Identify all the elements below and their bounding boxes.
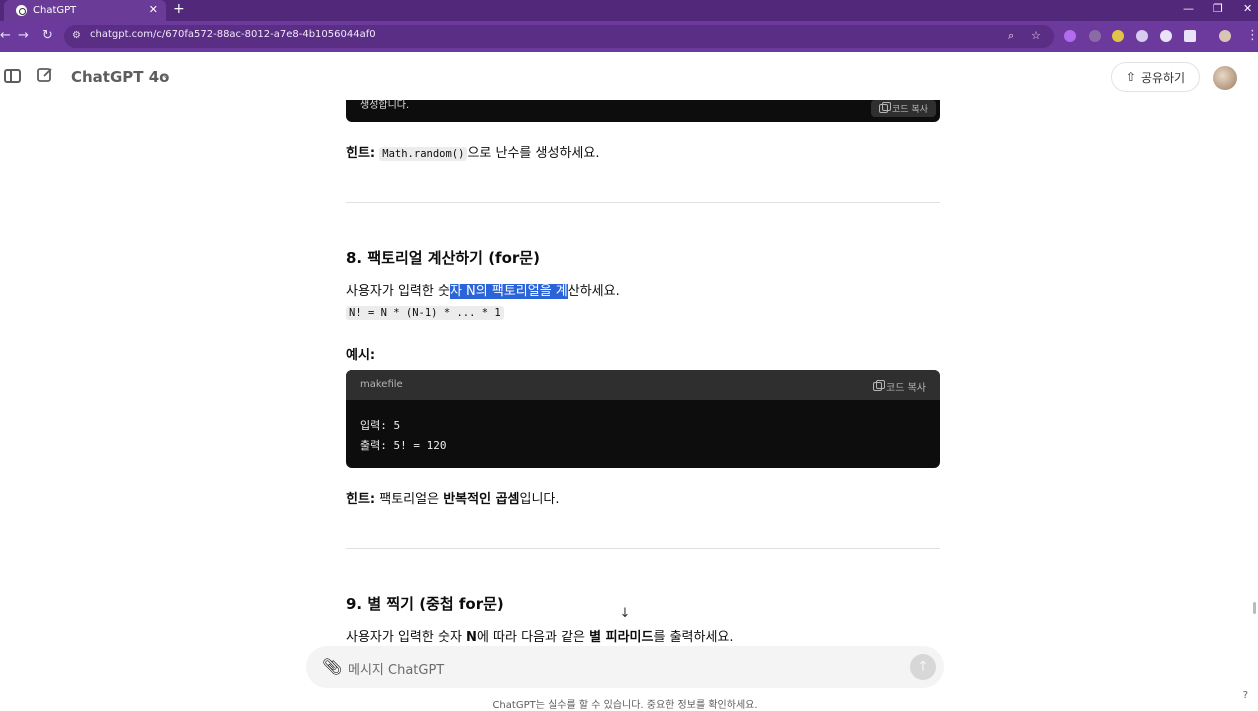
maximize-button[interactable]: ❐ xyxy=(1213,2,1223,15)
chevron-down-icon[interactable]: ⌄ xyxy=(161,68,170,81)
copy-code-button[interactable]: 코드 복사 xyxy=(871,100,936,117)
bold-text: N xyxy=(466,630,477,645)
copy-icon xyxy=(879,102,892,113)
code-block: makefile 코드 복사 입력: 5 출력: 5! = 120 xyxy=(346,370,940,468)
bookmark-star-icon[interactable]: ☆ xyxy=(1031,29,1041,42)
message-input[interactable]: 메시지 ChatGPT xyxy=(348,659,444,678)
chatgpt-favicon-icon xyxy=(16,5,27,16)
extension-icon-2[interactable] xyxy=(1089,30,1101,42)
reload-icon[interactable]: ↻ xyxy=(42,28,53,43)
text-segment: 사용자가 입력한 숫 xyxy=(346,284,450,299)
attach-paperclip-icon[interactable]: 📎︎ xyxy=(322,657,342,676)
code-line: 생성합니다. xyxy=(360,100,410,111)
model-selector[interactable]: ChatGPT 4o xyxy=(71,68,169,86)
code-block-header: makefile 코드 복사 xyxy=(346,370,940,400)
example-label: 예시: xyxy=(346,348,376,363)
hint-text: 으로 난수를 생성하세요. xyxy=(467,146,600,161)
back-icon[interactable]: ← xyxy=(0,28,11,43)
window-close-button[interactable]: ✕ xyxy=(1243,2,1252,15)
scroll-down-arrow-icon[interactable]: ↓ xyxy=(617,606,633,622)
app-header: ChatGPT 4o ⌄ ⇧ 공유하기 xyxy=(0,52,1258,100)
share-label: 공유하기 xyxy=(1140,70,1186,85)
extensions-puzzle-icon[interactable] xyxy=(1184,30,1196,42)
hint-paragraph: 힌트: 팩토리얼은 반복적인 곱셈입니다. xyxy=(346,488,560,507)
minimize-button[interactable]: — xyxy=(1183,2,1194,15)
scrollbar-thumb[interactable] xyxy=(1253,602,1256,614)
inline-code: N! = N * (N-1) * ... * 1 xyxy=(346,306,504,320)
section-heading: 8. 팩토리얼 계산하기 (for문) xyxy=(346,249,540,267)
browser-toolbar: ← → ↻ ⚙ chatgpt.com/c/670fa572-88ac-8012… xyxy=(0,21,1258,52)
code-language: makefile xyxy=(360,379,403,390)
divider xyxy=(346,548,940,549)
copy-code-label: 코드 복사 xyxy=(892,105,928,115)
copy-icon xyxy=(873,380,886,391)
message-composer[interactable]: 📎︎ 메시지 ChatGPT ↑ xyxy=(306,646,944,688)
code-line: 입력: 5 xyxy=(360,419,401,432)
url-text[interactable]: chatgpt.com/c/670fa572-88ac-8012-a7e8-4b… xyxy=(90,29,376,40)
text-segment: 팩토리얼은 xyxy=(379,492,444,507)
sidebar-toggle-icon[interactable] xyxy=(4,69,21,83)
text-segment: 산하세요. xyxy=(567,284,620,299)
inline-code: Math.random() xyxy=(379,147,468,161)
bold-text: 별 피라미드 xyxy=(589,630,654,645)
send-button[interactable]: ↑ xyxy=(910,654,936,680)
selected-text: 자 N의 팩토리얼을 계 xyxy=(449,284,568,299)
new-tab-button[interactable]: + xyxy=(173,1,185,17)
zoom-icon[interactable]: ⌕ xyxy=(1008,29,1014,43)
extension-icon-3[interactable] xyxy=(1112,30,1124,42)
disclaimer-text: ChatGPT는 실수를 할 수 있습니다. 중요한 정보를 확인하세요. xyxy=(492,700,758,711)
tab-title: ChatGPT xyxy=(33,5,77,16)
browser-menu-icon[interactable]: ⋮ xyxy=(1246,28,1258,43)
extension-icon-1[interactable] xyxy=(1064,30,1076,42)
divider xyxy=(346,202,940,203)
hint-paragraph: 힌트: Math.random() 으로 난수를 생성하세요. xyxy=(346,142,599,161)
code-block-previous: 생성합니다. 코드 복사 xyxy=(346,100,940,122)
section-description: 사용자가 입력한 숫자 N의 팩토리얼을 계산하세요. xyxy=(346,280,620,299)
new-chat-icon[interactable] xyxy=(36,66,54,84)
code-line: 출력: 5! = 120 xyxy=(360,439,447,452)
browser-tab[interactable]: ChatGPT ✕ xyxy=(4,0,166,21)
forward-icon[interactable]: → xyxy=(18,28,29,43)
site-settings-icon[interactable]: ⚙ xyxy=(72,30,84,42)
extension-icon-4[interactable] xyxy=(1136,30,1148,42)
hint-label: 힌트: xyxy=(346,146,376,161)
address-bar[interactable]: ⚙ chatgpt.com/c/670fa572-88ac-8012-a7e8-… xyxy=(64,25,1054,48)
share-icon: ⇧ xyxy=(1125,70,1136,84)
text-segment: 를 출력하세요. xyxy=(653,630,734,645)
formula-line: N! = N * (N-1) * ... * 1 xyxy=(346,305,504,320)
user-avatar[interactable] xyxy=(1213,66,1237,90)
profile-avatar-icon[interactable] xyxy=(1219,30,1231,42)
text-segment: 사용자가 입력한 숫자 xyxy=(346,630,467,645)
browser-tab-bar: ChatGPT ✕ + — ❐ ✕ xyxy=(0,0,1258,21)
tab-close-icon[interactable]: ✕ xyxy=(149,3,158,16)
section-description: 사용자가 입력한 숫자 N에 따라 다음과 같은 별 피라미드를 출력하세요. xyxy=(346,626,734,645)
extension-icon-5[interactable] xyxy=(1160,30,1172,42)
bold-text: 반복적인 곱셈 xyxy=(443,492,520,507)
share-button[interactable]: ⇧ 공유하기 xyxy=(1111,62,1200,92)
help-button[interactable]: ? xyxy=(1243,690,1248,701)
hint-label: 힌트: xyxy=(346,492,376,507)
copy-code-label: 코드 복사 xyxy=(886,383,926,394)
text-segment: 입니다. xyxy=(519,492,560,507)
section-heading: 9. 별 찍기 (중첩 for문) xyxy=(346,595,504,613)
text-segment: 에 따라 다음과 같은 xyxy=(476,630,590,645)
copy-code-button[interactable]: 코드 복사 xyxy=(873,379,926,394)
